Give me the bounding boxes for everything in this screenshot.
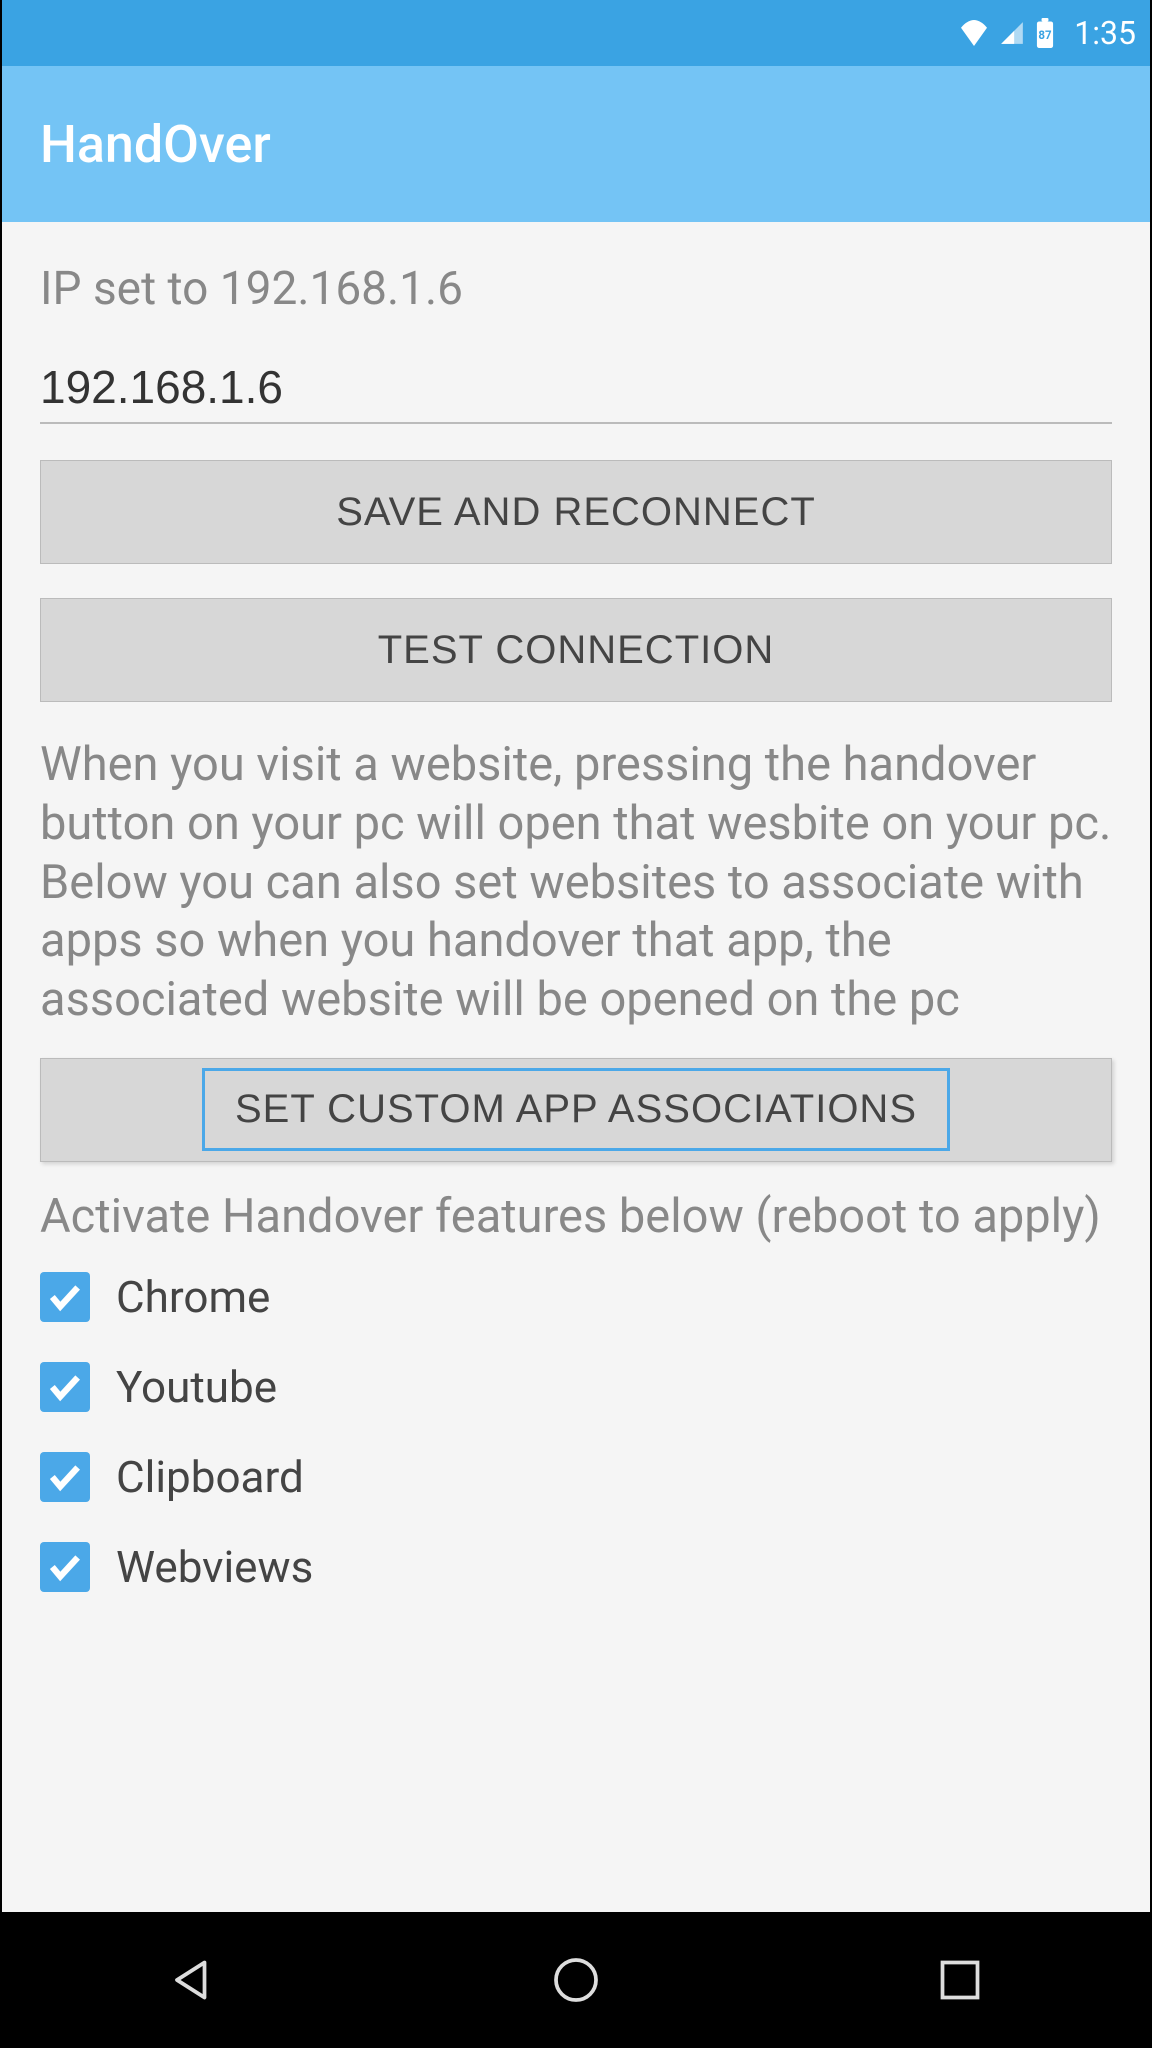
battery-icon: 87 bbox=[1034, 18, 1056, 48]
test-connection-button[interactable]: TEST CONNECTION bbox=[40, 598, 1112, 702]
checkbox-label: Webviews bbox=[116, 1541, 313, 1593]
feature-clipboard[interactable]: Clipboard bbox=[40, 1451, 1112, 1503]
nav-home-button[interactable] bbox=[536, 1940, 616, 2020]
svg-text:87: 87 bbox=[1039, 28, 1053, 42]
description-text: When you visit a website, pressing the h… bbox=[40, 736, 1112, 1030]
save-reconnect-button[interactable]: SAVE AND RECONNECT bbox=[40, 460, 1112, 564]
signal-icon bbox=[998, 20, 1026, 46]
set-custom-associations-button[interactable]: SET CUSTOM APP ASSOCIATIONS bbox=[40, 1058, 1112, 1162]
navigation-bar bbox=[0, 1912, 1152, 2048]
feature-youtube[interactable]: Youtube bbox=[40, 1361, 1112, 1413]
checkbox-label: Chrome bbox=[116, 1271, 270, 1323]
checkbox-icon[interactable] bbox=[40, 1452, 90, 1502]
feature-webviews[interactable]: Webviews bbox=[40, 1541, 1112, 1593]
nav-recent-button[interactable] bbox=[920, 1940, 1000, 2020]
checkbox-label: Youtube bbox=[116, 1361, 277, 1413]
checkbox-icon[interactable] bbox=[40, 1542, 90, 1592]
checkbox-icon[interactable] bbox=[40, 1272, 90, 1322]
status-time: 1:35 bbox=[1074, 14, 1136, 52]
checkbox-icon[interactable] bbox=[40, 1362, 90, 1412]
main-content: IP set to 192.168.1.6 SAVE AND RECONNECT… bbox=[0, 222, 1152, 1912]
ip-input[interactable] bbox=[40, 352, 1112, 424]
feature-chrome[interactable]: Chrome bbox=[40, 1271, 1112, 1323]
checkbox-label: Clipboard bbox=[116, 1451, 304, 1503]
status-bar: 87 1:35 bbox=[0, 0, 1152, 66]
features-title: Activate Handover features below (reboot… bbox=[40, 1188, 1112, 1247]
wifi-icon bbox=[958, 20, 990, 46]
ip-status-text: IP set to 192.168.1.6 bbox=[40, 262, 1112, 316]
app-title: HandOver bbox=[40, 114, 271, 175]
nav-back-button[interactable] bbox=[152, 1940, 232, 2020]
app-bar: HandOver bbox=[0, 66, 1152, 222]
